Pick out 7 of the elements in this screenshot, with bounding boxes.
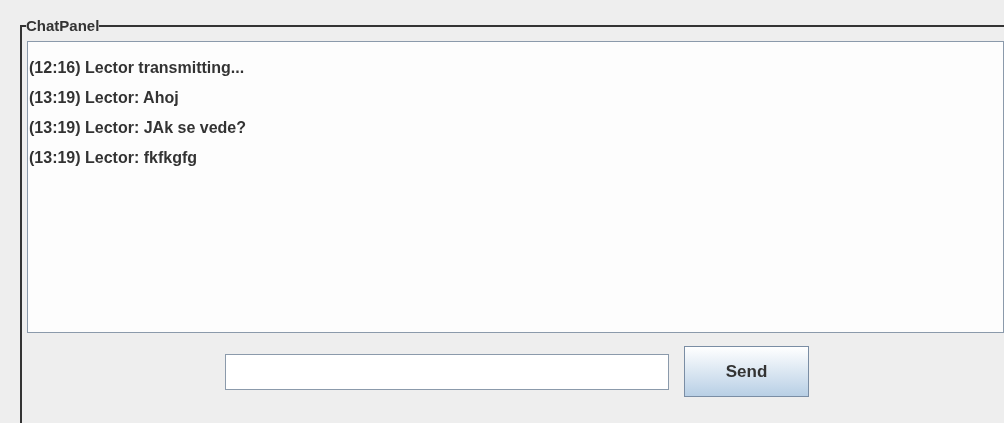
message-input[interactable]: [225, 353, 669, 390]
chat-message: (13:19) Lector: JAk se vede?: [29, 118, 247, 138]
chat-message: (13:19) Lector: fkfkgfg: [29, 148, 199, 168]
chat-message: (13:19) Lector: Ahoj: [29, 88, 180, 108]
chat-message: (12:16) Lector transmitting...: [29, 58, 246, 78]
send-button[interactable]: Send: [684, 346, 809, 397]
panel-title: ChatPanel: [26, 17, 100, 35]
